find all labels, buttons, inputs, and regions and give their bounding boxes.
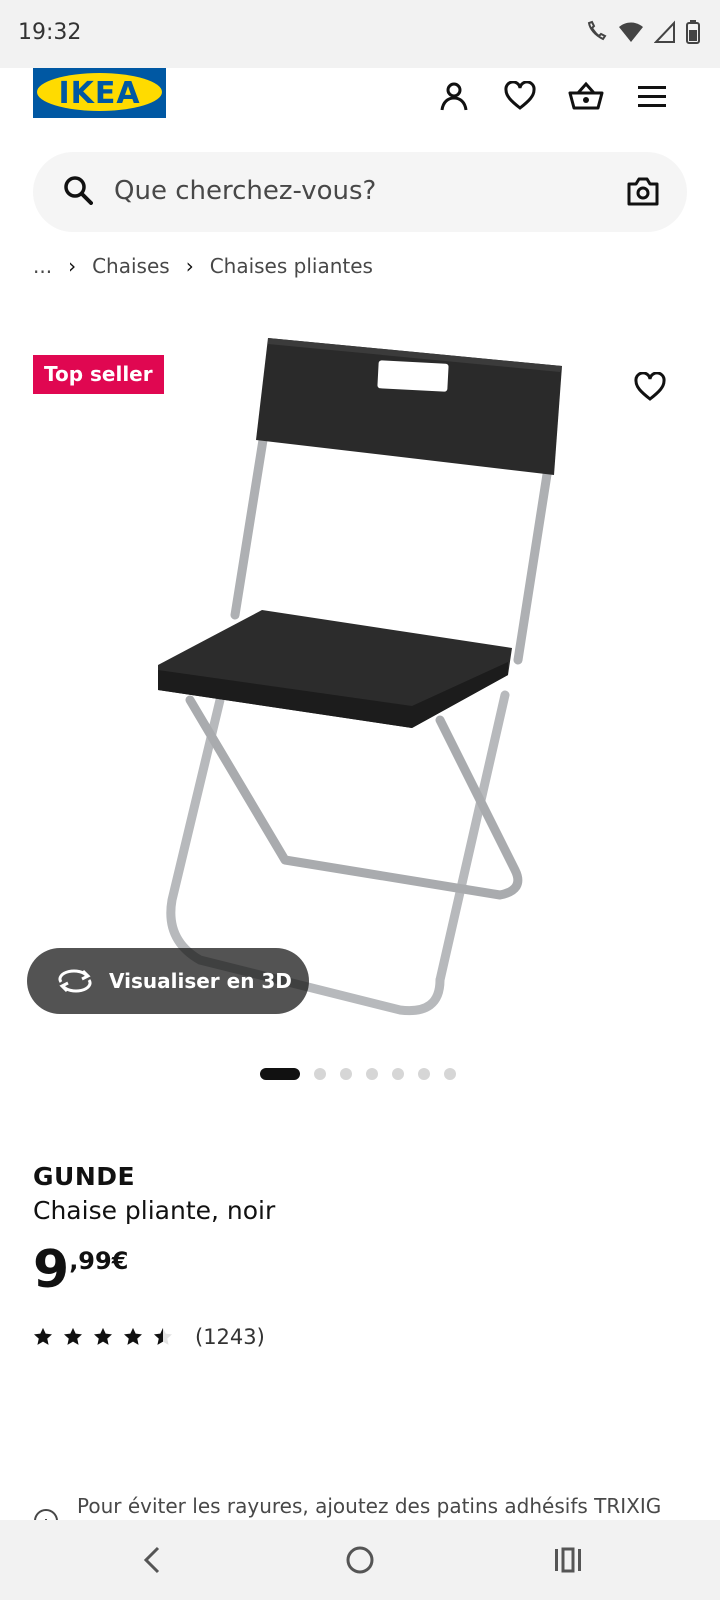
folding-chair-image — [158, 338, 562, 1016]
search-input[interactable]: Que cherchez-vous? — [114, 176, 376, 206]
basket-icon — [568, 81, 604, 110]
wishlist-button[interactable] — [500, 76, 540, 116]
wifi-icon — [619, 22, 643, 42]
rotate-3d-icon — [57, 968, 93, 994]
star-full-icon — [64, 1327, 82, 1345]
chevron-right-icon: › — [68, 254, 77, 278]
rating-stars — [33, 1327, 173, 1347]
rating-count: (1243) — [195, 1325, 265, 1349]
carousel-dot-7[interactable] — [444, 1068, 456, 1080]
back-button[interactable] — [132, 1540, 172, 1580]
carousel-dot-2[interactable] — [314, 1068, 326, 1080]
view-in-3d-label: Visualiser en 3D — [109, 969, 292, 993]
system-navigation-bar — [0, 1520, 720, 1600]
chevron-right-icon: › — [185, 254, 194, 278]
star-half-icon — [154, 1327, 172, 1345]
breadcrumb: ... › Chaises › Chaises pliantes — [33, 254, 373, 278]
info-text: Pour éviter les rayures, ajoutez des pat… — [77, 1494, 662, 1518]
product-description: Chaise pliante, noir — [33, 1196, 276, 1225]
status-time: 19:32 — [18, 20, 82, 45]
user-icon — [440, 82, 468, 111]
battery-icon — [686, 20, 700, 44]
carousel-dot-6[interactable] — [418, 1068, 430, 1080]
header: IKEA — [0, 68, 720, 138]
recents-icon — [555, 1547, 581, 1573]
home-button[interactable] — [340, 1540, 380, 1580]
star-full-icon — [34, 1327, 52, 1345]
cart-button[interactable] — [566, 76, 606, 116]
search-icon — [63, 175, 93, 210]
status-bar: 19:32 — [0, 0, 720, 68]
heart-icon — [504, 81, 536, 110]
ikea-logo[interactable]: IKEA — [33, 68, 166, 118]
carousel-dot-5[interactable] — [392, 1068, 404, 1080]
top-seller-badge: Top seller — [33, 355, 164, 394]
wifi-call-icon — [587, 20, 607, 41]
breadcrumb-chaises[interactable]: Chaises — [92, 254, 170, 278]
info-icon — [34, 1509, 58, 1520]
heart-icon — [634, 371, 666, 401]
home-circle-icon — [346, 1546, 374, 1574]
price-integer: 9 — [33, 1240, 70, 1300]
logo-text: IKEA — [58, 76, 141, 111]
carousel-dot-3[interactable] — [340, 1068, 352, 1080]
carousel-dot-1[interactable] — [260, 1068, 300, 1080]
recents-button[interactable] — [548, 1540, 588, 1580]
product-rating[interactable]: (1243) — [33, 1325, 265, 1349]
menu-button[interactable] — [632, 76, 672, 116]
signal-icon — [654, 20, 675, 43]
account-button[interactable] — [434, 76, 474, 116]
status-icons — [584, 20, 700, 44]
carousel-indicator — [260, 1068, 456, 1080]
back-chevron-icon — [143, 1546, 160, 1574]
product-name: GUNDE — [33, 1162, 136, 1191]
star-full-icon — [94, 1327, 112, 1345]
breadcrumb-chaises-pliantes[interactable]: Chaises pliantes — [210, 254, 373, 278]
info-note: Pour éviter les rayures, ajoutez des pat… — [33, 1494, 693, 1520]
product-image[interactable] — [0, 300, 720, 1060]
search-bar[interactable]: Que cherchez-vous? — [33, 152, 687, 232]
product-price: 9 ,99€ — [33, 1244, 128, 1296]
add-to-wishlist-button[interactable] — [634, 371, 666, 407]
view-in-3d-button[interactable]: Visualiser en 3D — [27, 948, 309, 1014]
camera-search-icon[interactable] — [627, 176, 659, 211]
carousel-dot-4[interactable] — [366, 1068, 378, 1080]
breadcrumb-ellipsis[interactable]: ... — [33, 254, 52, 278]
hamburger-menu-icon — [638, 86, 666, 107]
star-full-icon — [124, 1327, 142, 1345]
price-decimal: ,99€ — [69, 1247, 129, 1275]
